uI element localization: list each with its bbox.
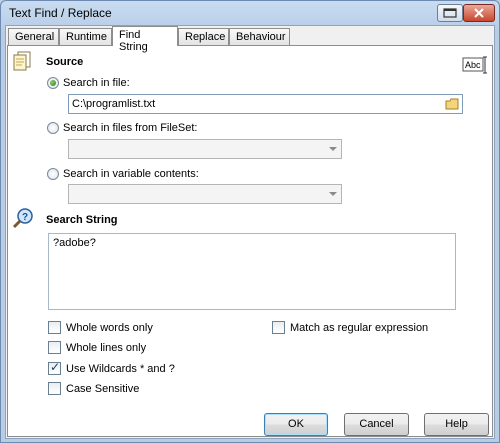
source-divider [88,62,452,63]
tab-label: Replace [185,31,226,43]
abc-text-icon[interactable]: Abc [461,55,489,75]
search-variable-radio[interactable] [47,168,59,180]
whole-lines-checkbox[interactable] [48,341,61,354]
close-icon [474,8,484,18]
case-sensitive-label: Case Sensitive [66,383,140,395]
close-button[interactable] [463,4,495,22]
chevron-down-icon [329,147,337,151]
whole-words-checkbox[interactable] [48,321,61,334]
ok-button[interactable]: OK [264,413,328,436]
tab-find-string[interactable]: Find String [112,26,178,53]
regex-checkbox[interactable] [272,321,285,334]
search-fileset-label: Search in files from FileSet: [63,122,198,134]
window-title: Text Find / Replace [9,6,112,20]
svg-text:Abc: Abc [465,60,481,70]
magnifier-question-icon: ? [12,208,33,229]
fileset-select[interactable] [68,139,342,159]
file-path-value: C:\programlist.txt [72,98,156,110]
folder-icon[interactable] [445,98,459,110]
search-fileset-radio[interactable] [47,122,59,134]
dialog-client: General Runtime Find String Replace Beha… [5,25,495,439]
tab-label: Behaviour [236,31,286,43]
help-label: Help [445,418,468,430]
search-in-file-label: Search in file: [63,77,130,89]
tab-label: Runtime [66,31,107,43]
title-bar[interactable]: Text Find / Replace [1,1,499,25]
wildcards-label: Use Wildcards * and ? [66,363,175,375]
regex-label: Match as regular expression [290,322,429,334]
search-variable-label: Search in variable contents: [63,168,199,180]
restore-icon [443,8,457,18]
file-path-input[interactable]: C:\programlist.txt [68,94,463,114]
chevron-down-icon [329,192,337,196]
whole-words-label: Whole words only [66,322,153,334]
tab-label: General [15,31,55,43]
dialog-window: Text Find / Replace General Runtime Find… [0,0,500,443]
search-in-file-radio[interactable] [47,77,59,89]
help-button[interactable]: Help [424,413,489,436]
cancel-button[interactable]: Cancel [344,413,409,436]
search-string-heading: Search String [46,214,118,226]
search-string-textarea[interactable]: ?adobe? [48,233,456,310]
cancel-label: Cancel [359,418,394,430]
find-string-page: Source Abc Search in file: C:\programlis… [7,45,493,437]
tab-behaviour[interactable]: Behaviour [229,28,290,45]
tab-general[interactable]: General [8,28,59,45]
search-divider [122,220,455,221]
maximize-button[interactable] [437,4,463,22]
case-sensitive-checkbox[interactable] [48,382,61,395]
tab-runtime[interactable]: Runtime [59,28,112,45]
search-string-value: ?adobe? [53,237,96,249]
variable-select[interactable] [68,184,342,204]
tab-label: Find String [119,29,148,53]
wildcards-checkbox[interactable] [48,360,61,375]
documents-icon [13,51,31,71]
source-heading: Source [46,56,84,68]
tab-replace[interactable]: Replace [178,28,229,45]
svg-text:?: ? [22,212,28,223]
ok-label: OK [288,418,304,430]
whole-lines-label: Whole lines only [66,342,147,354]
